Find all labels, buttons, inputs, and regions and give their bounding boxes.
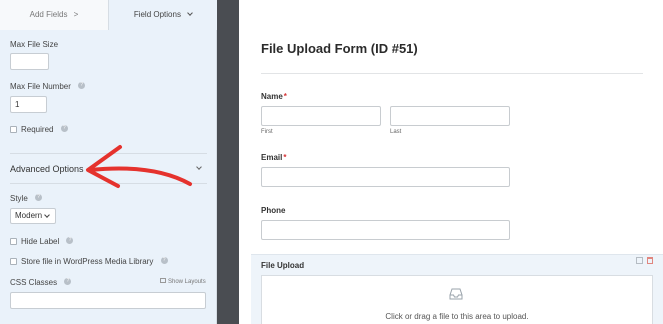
max-file-number-label: Max File Number ? (10, 82, 86, 91)
show-layouts-link[interactable]: Show Layouts (160, 278, 206, 286)
panel-divider-gutter (217, 0, 239, 324)
css-classes-input[interactable] (10, 292, 206, 309)
file-upload-label: File Upload (261, 261, 305, 270)
required-label-text: Required (21, 125, 54, 134)
file-upload-field[interactable]: File Upload Click or drag a file to this… (251, 254, 663, 324)
help-icon[interactable]: ? (60, 125, 68, 133)
trash-icon[interactable] (647, 257, 653, 264)
phone-input[interactable] (261, 220, 510, 240)
style-label: Style ? (10, 194, 43, 203)
last-name-input[interactable] (390, 106, 510, 126)
required-checkbox[interactable] (10, 126, 17, 133)
css-classes-label-text: CSS Classes (10, 278, 58, 287)
style-select-value: Modern (15, 211, 43, 220)
hide-label-checkbox[interactable] (10, 238, 17, 245)
max-file-size-label-text: Max File Size (10, 40, 59, 49)
dropzone-text: Click or drag a file to this area to upl… (385, 312, 529, 321)
max-file-size-input[interactable] (10, 53, 49, 70)
first-sublabel: First (261, 129, 273, 135)
tab-field-options[interactable]: Field Options (108, 0, 217, 30)
style-label-text: Style (10, 194, 28, 203)
show-layouts-label: Show Layouts (168, 279, 206, 286)
email-field-label: Email* (261, 153, 286, 162)
help-icon[interactable]: ? (35, 194, 43, 202)
required-marker: * (283, 153, 287, 162)
chevron-down-icon[interactable] (196, 164, 202, 170)
max-file-number-label-text: Max File Number (10, 82, 71, 91)
phone-field-label: Phone (261, 206, 285, 215)
chevron-right-icon: > (73, 10, 79, 19)
store-media-label-text: Store file in WordPress Media Library (21, 257, 154, 266)
max-file-number-input[interactable]: 1 (10, 96, 47, 113)
store-media-checkbox[interactable] (10, 258, 17, 265)
chevron-down-icon (187, 10, 194, 16)
required-label: Required ? (21, 125, 68, 134)
email-input[interactable] (261, 167, 510, 187)
first-name-input[interactable] (261, 106, 381, 126)
hide-label-label-text: Hide Label (21, 237, 60, 246)
form-title: File Upload Form (ID #51) (261, 41, 418, 56)
advanced-options-label: Advanced Options (10, 164, 84, 174)
inbox-icon (449, 288, 463, 300)
help-icon[interactable]: ? (64, 278, 72, 286)
divider (10, 153, 207, 154)
upload-dropzone[interactable]: Click or drag a file to this area to upl… (261, 275, 653, 324)
panel-tabs: Add Fields > Field Options (0, 0, 217, 30)
last-sublabel: Last (390, 129, 402, 135)
max-file-size-label: Max File Size (10, 40, 58, 49)
help-icon[interactable]: ? (66, 237, 74, 245)
help-icon[interactable]: ? (160, 257, 168, 265)
advanced-options-toggle[interactable]: Advanced Options (10, 164, 84, 174)
chevron-down-icon (44, 212, 50, 218)
title-divider (261, 73, 643, 74)
tab-add-fields[interactable]: Add Fields > (0, 0, 108, 30)
help-icon[interactable]: ? (78, 82, 86, 90)
store-media-label: Store file in WordPress Media Library ? (21, 257, 168, 266)
style-select[interactable]: Modern (10, 208, 56, 224)
name-field-label: Name* (261, 92, 287, 101)
hide-label-label: Hide Label ? (21, 237, 74, 246)
field-options-panel: Add Fields > Field Options Max File Size… (0, 0, 217, 324)
email-label-text: Email (261, 153, 283, 162)
required-marker: * (283, 92, 287, 101)
name-label-text: Name (261, 92, 283, 101)
css-classes-label: CSS Classes ? (10, 278, 72, 287)
tab-field-options-label: Field Options (133, 10, 181, 19)
grid-icon (160, 278, 166, 283)
duplicate-icon[interactable] (636, 257, 643, 264)
phone-label-text: Phone (261, 206, 286, 215)
tab-add-fields-label: Add Fields (29, 10, 68, 19)
field-actions (636, 257, 653, 266)
form-preview: File Upload Form (ID #51) Name* First La… (239, 0, 663, 324)
divider (10, 183, 207, 184)
